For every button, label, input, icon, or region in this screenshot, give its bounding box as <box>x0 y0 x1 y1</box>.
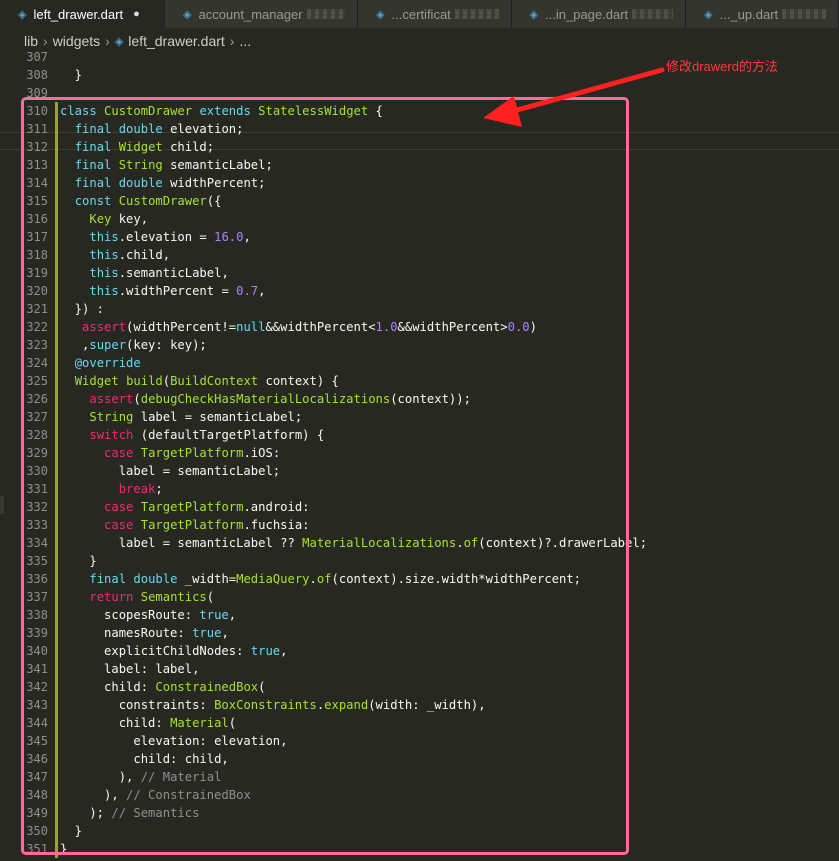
annotation-arrow <box>483 67 665 127</box>
